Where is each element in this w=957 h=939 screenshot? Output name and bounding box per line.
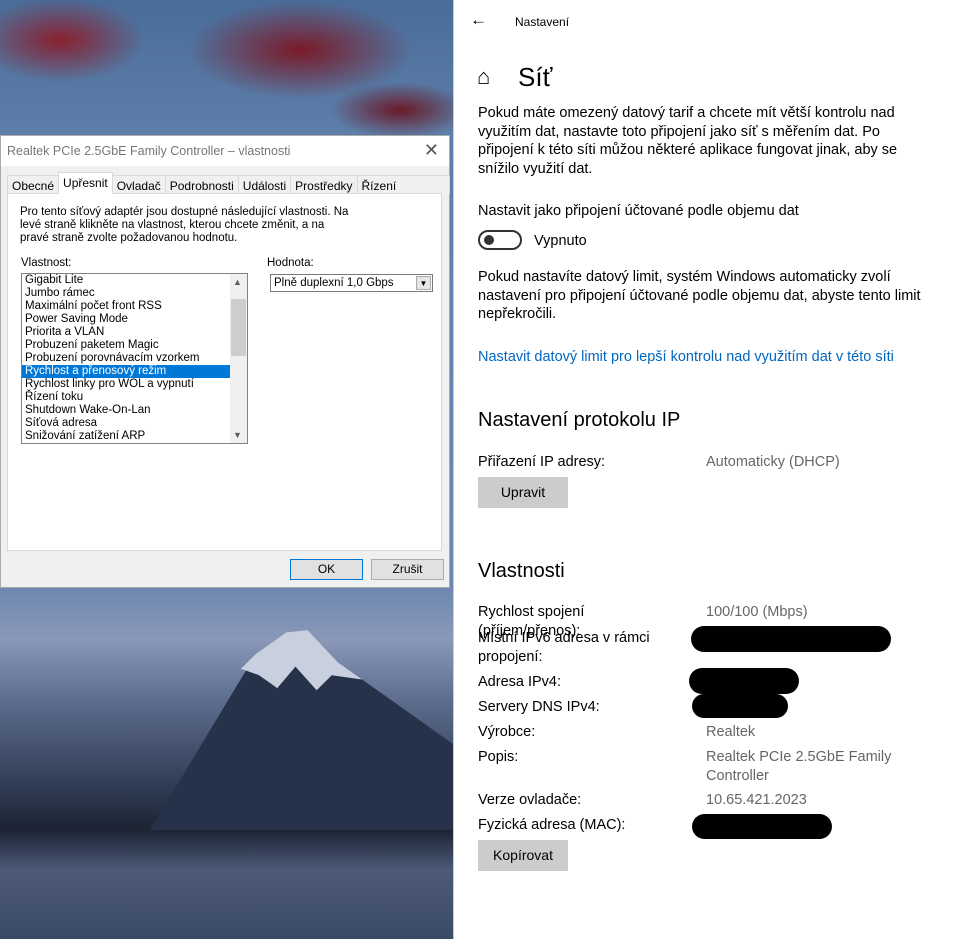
value-select-text: Plně duplexní 1,0 Gbps <box>274 277 394 289</box>
close-icon[interactable]: ✕ <box>424 140 439 161</box>
metered-label: Nastavit jako připojení účtované podle o… <box>478 203 799 219</box>
metered-description: Pokud máte omezený datový tarif a chcete… <box>478 105 898 177</box>
scroll-up-icon[interactable]: ▲ <box>233 277 242 287</box>
property-label: Fyzická adresa (MAC): <box>478 817 626 833</box>
tab-general[interactable]: Obecné <box>7 175 60 194</box>
property-label: Verze ovladače: <box>478 792 582 808</box>
ip-heading: Nastavení protokolu IP <box>478 409 681 431</box>
back-arrow-icon[interactable]: ← <box>470 10 487 30</box>
scroll-down-icon[interactable]: ▼ <box>233 430 242 440</box>
tab-power[interactable]: Řízení spotřeby <box>356 175 450 207</box>
value-label: Hodnota: <box>267 257 314 269</box>
property-item[interactable]: Probuzení paketem Magic <box>22 339 230 352</box>
settings-window: ← Nastavení ⌂ Síť Pokud máte omezený dat… <box>453 0 957 939</box>
property-label: Vlastnost: <box>21 257 72 269</box>
property-value: Realtek <box>706 724 756 740</box>
property-item[interactable]: Řízení toku <box>22 391 230 404</box>
tab-advanced[interactable]: Upřesnit <box>58 172 113 194</box>
property-list[interactable]: Gigabit Lite Jumbo rámec Maximální počet f… <box>21 273 248 444</box>
property-item[interactable]: Jumbo rámec <box>22 287 230 300</box>
property-item[interactable]: Priorita a VLAN <box>22 326 230 339</box>
adapter-properties-dialog: Realtek PCIe 2.5GbE Family Controller – … <box>0 135 450 588</box>
app-title: Nastavení <box>515 15 570 29</box>
tab-resources[interactable]: Prostředky <box>290 175 358 194</box>
cancel-button[interactable]: Zrušit <box>371 559 444 580</box>
toggle-state: Vypnuto <box>534 233 587 249</box>
redacted-ipv6 <box>691 626 891 652</box>
value-select[interactable]: Plně duplexní 1,0 Gbps ▼ <box>270 274 433 292</box>
dialog-title: Realtek PCIe 2.5GbE Family Controller – … <box>7 144 291 158</box>
limit-description: Pokud nastavíte datový limit, systém Win… <box>478 269 921 322</box>
property-label: Výrobce: <box>478 724 536 740</box>
property-item[interactable]: Shutdown Wake-On-Lan <box>22 404 230 417</box>
intro-text: Pro tento síťový adaptér jsou dostupné n… <box>20 206 349 244</box>
properties-heading: Vlastnosti <box>478 560 565 582</box>
property-item[interactable]: Power Saving Mode <box>22 313 230 326</box>
advanced-panel: Pro tento síťový adaptér jsou dostupné n… <box>7 193 442 551</box>
redacted-mac <box>692 814 832 839</box>
home-icon[interactable]: ⌂ <box>477 64 490 90</box>
metered-toggle[interactable] <box>478 230 522 250</box>
list-scrollbar[interactable]: ▲ ▼ <box>230 274 247 443</box>
scroll-thumb[interactable] <box>231 299 246 356</box>
property-label: Popis: <box>478 749 519 765</box>
property-label: Adresa IPv4: <box>478 674 562 690</box>
ok-button[interactable]: OK <box>290 559 363 580</box>
tab-details[interactable]: Podrobnosti <box>164 175 239 194</box>
redacted-dns <box>692 694 788 718</box>
property-item[interactable]: Maximální počet front RSS <box>22 300 230 313</box>
property-label: Místní IPv6 adresa v rámci propojení: <box>478 630 650 665</box>
property-item[interactable]: Probuzení porovnávacím vzorkem <box>22 352 230 365</box>
copy-button[interactable]: Kopírovat <box>478 840 568 871</box>
ip-assign-value: Automaticky (DHCP) <box>706 454 840 470</box>
property-item[interactable]: Snižování zatížení ARP <box>22 430 230 443</box>
property-item[interactable]: Rychlost linky pro WOL a vypnutí <box>22 378 230 391</box>
tab-bar: Obecné Upřesnit Ovladač Podrobnosti Udál… <box>7 172 450 207</box>
data-limit-link[interactable]: Nastavit datový limit pro lepší kontrolu… <box>478 348 894 367</box>
chevron-down-icon[interactable]: ▼ <box>416 276 431 290</box>
property-value: 10.65.421.2023 <box>706 792 807 808</box>
property-item[interactable]: Rychlost a přenosový režim <box>22 365 230 378</box>
property-value: 100/100 (Mbps) <box>706 604 808 620</box>
property-label: Servery DNS IPv4: <box>478 699 600 715</box>
tab-driver[interactable]: Ovladač <box>111 175 166 194</box>
edit-button[interactable]: Upravit <box>478 477 568 508</box>
ip-assign-label: Přiřazení IP adresy: <box>478 454 606 470</box>
dialog-titlebar: Realtek PCIe 2.5GbE Family Controller – … <box>1 136 449 166</box>
property-item[interactable]: Gigabit Lite <box>22 274 230 287</box>
property-item[interactable]: Síťová adresa <box>22 417 230 430</box>
page-title: Síť <box>518 62 553 92</box>
tab-events[interactable]: Události <box>237 175 292 194</box>
redacted-ipv4 <box>689 668 799 694</box>
property-value: Realtek PCIe 2.5GbE Family Controller <box>706 749 892 784</box>
